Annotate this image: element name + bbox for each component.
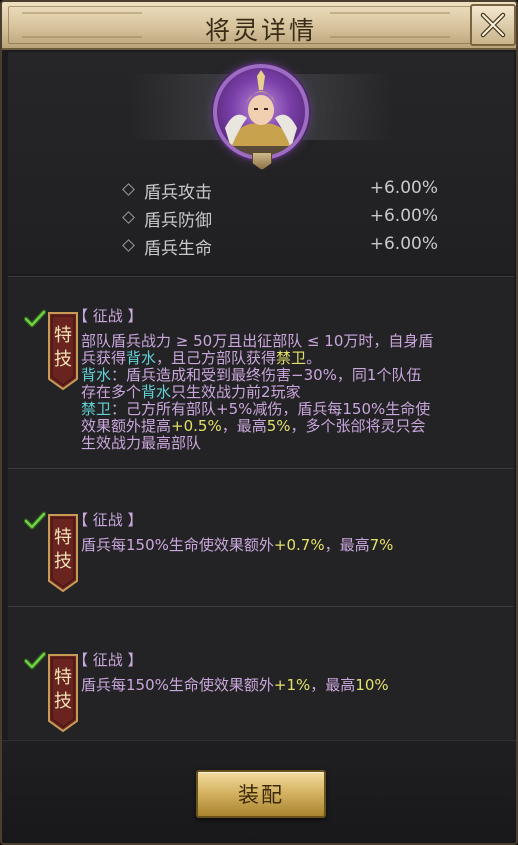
check-icon bbox=[24, 309, 46, 328]
skill-tag: 【 征战 】 bbox=[73, 307, 143, 325]
description-text: ，最高 bbox=[221, 417, 267, 435]
general-detail-panel: 将灵详情 盾兵攻击 +6.00% 盾兵防御 +6.00% 盾兵生命 +6.00%… bbox=[0, 0, 518, 845]
skill-badge-char-2: 技 bbox=[54, 551, 72, 572]
attribute-name: 盾兵生命 bbox=[144, 239, 212, 259]
check-icon bbox=[24, 511, 46, 530]
highlight-text: +0.7% bbox=[273, 536, 325, 554]
highlight-text: +0.5% bbox=[171, 417, 222, 435]
description-text: 盾兵每150%生命使效果额外 bbox=[81, 676, 274, 694]
skill-line: 禁卫：己方所有部队+5%减伤，盾兵每150%生命使 bbox=[81, 401, 494, 418]
highlight-text: 10% bbox=[355, 676, 389, 694]
skill-lines: 盾兵每150%生命使效果额外+0.7%，最高7% bbox=[81, 537, 494, 554]
keyword-text: 背水 bbox=[81, 366, 112, 384]
skill-description: 【 征战 】 部队盾兵战力 ≥ 50万且出征部队 ≤ 10万时，自身盾 兵获得背水… bbox=[73, 308, 494, 452]
portrait-tab-ornament bbox=[252, 152, 272, 170]
description-text: ：盾兵造成和受到最终伤害−30%，同1个队伍 bbox=[111, 366, 422, 384]
attribute-row: 盾兵防御 +6.00% bbox=[118, 205, 438, 231]
description-text: 效果额外提高 bbox=[81, 417, 172, 435]
skill-tag: 【 征战 】 bbox=[73, 651, 143, 669]
footer-bar: 装配 bbox=[2, 740, 516, 843]
skill-line: 盾兵每150%生命使效果额外+1%，最高10% bbox=[81, 677, 494, 694]
description-text: ，最高 bbox=[324, 536, 370, 554]
attribute-value: +6.00% bbox=[369, 178, 438, 198]
description-text: ：己方所有部队+5%减伤，盾兵每150%生命使 bbox=[111, 400, 431, 418]
general-portrait-art bbox=[221, 70, 301, 156]
keyword-text: 禁卫 bbox=[81, 400, 112, 418]
general-portrait[interactable] bbox=[213, 64, 309, 160]
attribute-value: +6.00% bbox=[369, 206, 438, 226]
description-text: ，最高 bbox=[310, 676, 356, 694]
description-text: 盾兵每150%生命使效果额外 bbox=[81, 536, 274, 554]
skill-description: 【 征战 】 盾兵每150%生命使效果额外+1%，最高10% bbox=[73, 652, 494, 694]
keyword-text: 背水 bbox=[126, 349, 157, 367]
description-text: ，多个张郃将灵只会 bbox=[290, 417, 426, 435]
highlight-text: 5% bbox=[266, 417, 291, 435]
attribute-name: 盾兵攻击 bbox=[144, 183, 212, 203]
attribute-row: 盾兵攻击 +6.00% bbox=[118, 177, 438, 203]
skill-badge-char-2: 技 bbox=[54, 349, 72, 370]
skill-line: 效果额外提高+0.5%，最高5%，多个张郃将灵只会 bbox=[81, 418, 494, 435]
description-text: ，且己方部队获得 bbox=[156, 349, 277, 367]
check-icon bbox=[24, 651, 46, 670]
description-text: 存在多个 bbox=[81, 383, 142, 401]
diamond-bullet-icon bbox=[122, 239, 135, 252]
diamond-bullet-icon bbox=[122, 211, 135, 224]
skill-line: 兵获得背水，且己方部队获得禁卫。 bbox=[81, 350, 494, 367]
description-text: 兵获得 bbox=[81, 349, 127, 367]
highlight-text: 7% bbox=[369, 536, 394, 554]
skill-block: 特 技 【 征战 】 盾兵每150%生命使效果额外+1%，最高10% bbox=[8, 606, 514, 740]
skill-line: 背水：盾兵造成和受到最终伤害−30%，同1个队伍 bbox=[81, 367, 494, 384]
equip-button[interactable]: 装配 bbox=[196, 770, 326, 818]
skill-line: 存在多个背水只生效战力前2玩家 bbox=[81, 384, 494, 401]
description-text: 部队盾兵战力 ≥ 50万且出征部队 ≤ 10万时，自身盾 bbox=[81, 332, 434, 350]
diamond-bullet-icon bbox=[122, 183, 135, 196]
skill-block: 特 技 【 征战 】 部队盾兵战力 ≥ 50万且出征部队 ≤ 10万时，自身盾兵… bbox=[8, 276, 514, 468]
skill-tag: 【 征战 】 bbox=[73, 511, 143, 529]
description-text: 生效战力最高部队 bbox=[81, 434, 202, 452]
attribute-row: 盾兵生命 +6.00% bbox=[118, 233, 438, 259]
skill-lines: 部队盾兵战力 ≥ 50万且出征部队 ≤ 10万时，自身盾 兵获得背水，且己方部队获… bbox=[81, 333, 494, 452]
attribute-name: 盾兵防御 bbox=[144, 211, 212, 231]
skill-lines: 盾兵每150%生命使效果额外+1%，最高10% bbox=[81, 677, 494, 694]
window-title: 将灵详情 bbox=[204, 16, 317, 45]
skill-description: 【 征战 】 盾兵每150%生命使效果额外+0.7%，最高7% bbox=[73, 512, 494, 554]
close-button[interactable] bbox=[470, 4, 516, 46]
attribute-value: +6.00% bbox=[369, 234, 438, 254]
keyword-text: 背水 bbox=[141, 383, 172, 401]
close-icon bbox=[480, 12, 506, 38]
skill-block: 特 技 【 征战 】 盾兵每150%生命使效果额外+0.7%，最高7% bbox=[8, 468, 514, 606]
skill-badge-char-2: 技 bbox=[54, 691, 72, 712]
title-bar: 将灵详情 bbox=[2, 2, 516, 50]
description-text: 只生效战力前2玩家 bbox=[171, 383, 301, 401]
highlight-text: 禁卫 bbox=[276, 349, 307, 367]
general-header: 盾兵攻击 +6.00% 盾兵防御 +6.00% 盾兵生命 +6.00% bbox=[8, 52, 514, 274]
skill-line: 部队盾兵战力 ≥ 50万且出征部队 ≤ 10万时，自身盾 bbox=[81, 333, 494, 350]
skill-line: 盾兵每150%生命使效果额外+0.7%，最高7% bbox=[81, 537, 494, 554]
description-text: 。 bbox=[306, 349, 322, 367]
skill-line: 生效战力最高部队 bbox=[81, 435, 494, 452]
highlight-text: +1% bbox=[273, 676, 311, 694]
